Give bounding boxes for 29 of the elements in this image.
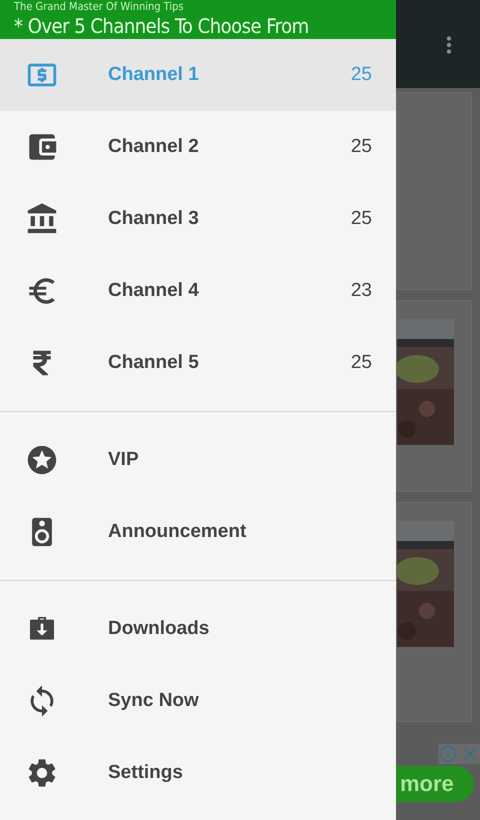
menu-label: Channel 4 xyxy=(108,280,200,302)
menu-item[interactable]: VIP xyxy=(0,424,396,496)
menu-label: Channel 3 xyxy=(108,208,200,230)
menu-label: Announcement xyxy=(108,521,248,543)
drawer-header-title: * Over 5 Channels To Choose From xyxy=(14,13,310,39)
menu-item[interactable]: Channel 3 25 xyxy=(0,183,396,255)
bank-icon xyxy=(25,202,59,236)
menu-label: Settings xyxy=(108,762,184,784)
item-count: 25 xyxy=(350,352,372,374)
menu-label: Channel 2 xyxy=(108,136,200,158)
menu-item[interactable]: Downloads xyxy=(0,593,396,665)
menu-label: Channel 1 xyxy=(108,64,200,86)
menu-item[interactable]: Announcement xyxy=(0,496,396,568)
star-icon xyxy=(25,443,59,477)
menu-item[interactable]: Sync Now xyxy=(0,665,396,737)
menu-label: Sync Now xyxy=(108,690,200,712)
item-count: 25 xyxy=(350,136,372,158)
menu-item[interactable]: Channel 4 23 xyxy=(0,255,396,327)
item-count: 23 xyxy=(350,280,372,302)
menu-item[interactable]: Channel 2 25 xyxy=(0,111,396,183)
info-icon[interactable] xyxy=(438,744,458,764)
item-count: 25 xyxy=(350,208,372,230)
menu-label: Channel 5 xyxy=(108,352,200,374)
app-tagline: The Grand Master Of Winning Tips xyxy=(14,0,185,13)
menu-label: Downloads xyxy=(108,618,210,640)
menu-item[interactable]: Channel 5 25 xyxy=(0,327,396,399)
menu-label: VIP xyxy=(108,449,140,471)
item-count: 25 xyxy=(350,64,372,86)
menu-item[interactable]: Settings xyxy=(0,737,396,809)
